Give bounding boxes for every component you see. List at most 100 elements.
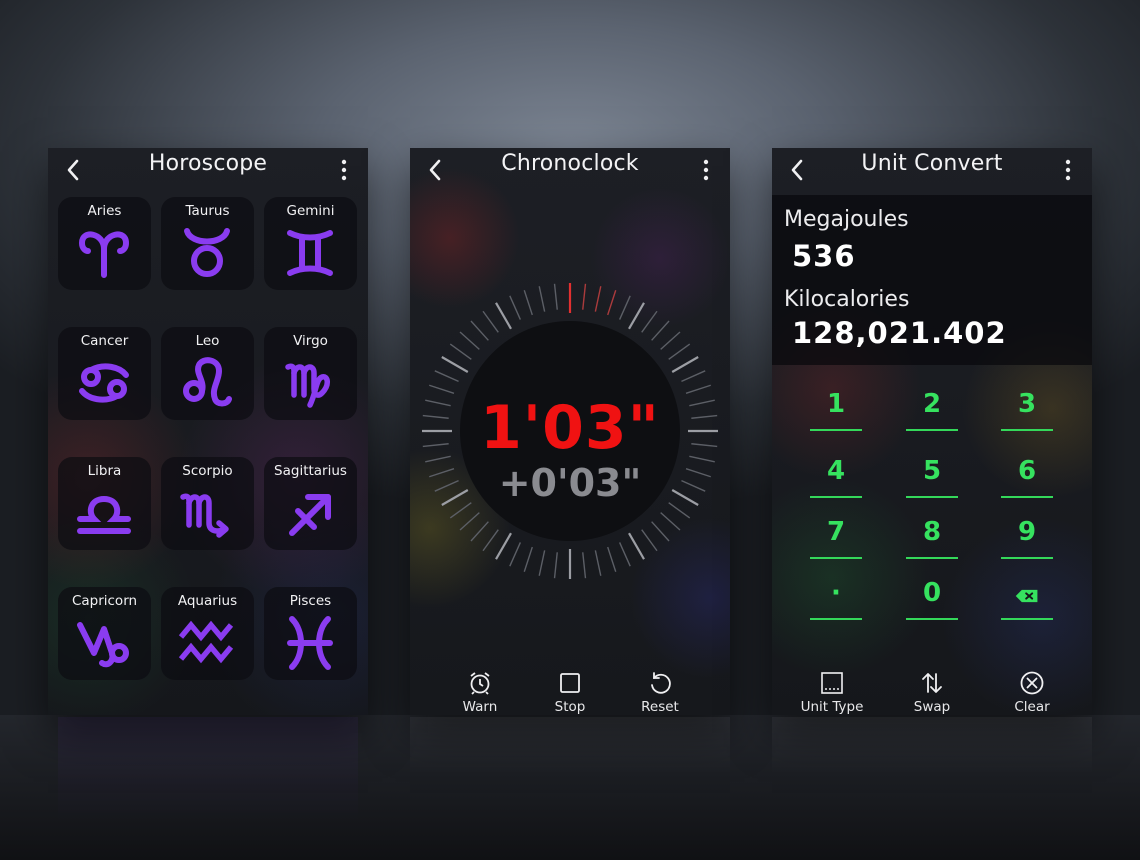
swap-label: Swap xyxy=(913,699,951,715)
zodiac-tile-taurus[interactable]: Taurus xyxy=(161,197,254,290)
zodiac-tile-libra[interactable]: Libra xyxy=(58,457,151,550)
chrono-reflection xyxy=(410,717,730,837)
zodiac-tile-scorpio[interactable]: Scorpio xyxy=(161,457,254,550)
clear-circle-x-icon xyxy=(1020,671,1044,695)
reflection-glow xyxy=(410,717,730,777)
dial-tick xyxy=(538,550,546,576)
dial-tick xyxy=(523,290,533,316)
key-6[interactable]: 6 xyxy=(1001,456,1053,498)
stop-button[interactable]: Stop xyxy=(530,670,610,715)
dial-tick xyxy=(607,290,617,316)
page-title: Unit Convert xyxy=(861,151,1003,176)
zodiac-tile-sagittarius[interactable]: Sagittarius xyxy=(264,457,357,550)
zodiac-label: Pisces xyxy=(289,593,332,609)
zodiac-tile-cancer[interactable]: Cancer xyxy=(58,327,151,420)
scorpio-icon xyxy=(180,493,229,538)
aquarius-icon xyxy=(178,620,234,664)
chrono-header: Chronoclock xyxy=(410,148,730,194)
dial-tick xyxy=(459,512,480,531)
dial-tick xyxy=(449,502,472,519)
dial-tick xyxy=(618,295,631,320)
key-backspace[interactable] xyxy=(1001,578,1053,620)
conversion-display: Megajoules 536 Kilocalories 128,021.402 xyxy=(772,195,1092,365)
dial-tick xyxy=(482,529,499,552)
dial-tick xyxy=(651,521,670,542)
key-8[interactable]: 8 xyxy=(906,517,958,559)
dial-tick xyxy=(553,552,558,579)
zodiac-label: Virgo xyxy=(293,333,328,349)
dial-tick xyxy=(641,529,658,552)
key-3[interactable]: 3 xyxy=(1001,389,1053,431)
key-0[interactable]: 0 xyxy=(906,578,958,620)
warn-button[interactable]: Warn xyxy=(440,670,520,715)
cancer-icon xyxy=(79,363,129,403)
from-unit-label[interactable]: Megajoules xyxy=(784,207,909,232)
dial-tick xyxy=(668,502,691,519)
dial-tick xyxy=(509,295,522,320)
key-9[interactable]: 9 xyxy=(1001,517,1053,559)
swap-icon xyxy=(922,673,942,693)
zodiac-label: Scorpio xyxy=(182,463,233,479)
dial-tick xyxy=(470,320,489,341)
aries-icon xyxy=(78,231,130,278)
backspace-icon xyxy=(1015,589,1038,603)
reset-button[interactable]: Reset xyxy=(620,670,700,715)
dial-tick xyxy=(628,302,645,330)
dial-tick xyxy=(660,331,681,350)
leo-icon xyxy=(183,357,232,407)
key-1[interactable]: 1 xyxy=(810,389,862,431)
stop-label: Stop xyxy=(554,699,586,715)
horoscope-reflection xyxy=(48,717,368,837)
dial-tick xyxy=(594,286,602,312)
page-title: Chronoclock xyxy=(501,151,639,176)
key-7[interactable]: 7 xyxy=(810,517,862,559)
unit-convert-screen: Unit Convert Megajoules 536 Kilocalories… xyxy=(772,148,1092,715)
zodiac-tile-capricorn[interactable]: Capricorn xyxy=(58,587,151,680)
unit-type-button[interactable]: Unit Type xyxy=(792,670,872,715)
to-unit-label[interactable]: Kilocalories xyxy=(784,287,909,312)
reflection-glow xyxy=(58,717,358,827)
zodiac-tile-aries[interactable]: Aries xyxy=(58,197,151,290)
zodiac-tile-virgo[interactable]: Virgo xyxy=(264,327,357,420)
pisces-icon xyxy=(287,616,333,670)
more-vertical-icon[interactable] xyxy=(334,158,354,182)
dial-tick xyxy=(618,542,631,567)
zodiac-label: Leo xyxy=(195,333,220,349)
dial-tick xyxy=(582,283,587,310)
horoscope-header: Horoscope xyxy=(48,148,368,194)
reset-icon xyxy=(651,672,671,694)
unit-header: Unit Convert xyxy=(772,148,1092,194)
key-decimal[interactable]: · xyxy=(810,578,862,620)
swap-button[interactable]: Swap xyxy=(892,670,972,715)
sagittarius-icon xyxy=(289,494,331,536)
zodiac-tile-leo[interactable]: Leo xyxy=(161,327,254,420)
dial-tick xyxy=(651,320,670,341)
clear-label: Clear xyxy=(1014,699,1050,715)
zodiac-tile-pisces[interactable]: Pisces xyxy=(264,587,357,680)
horoscope-screen: Horoscope Aries Taurus Gemini Cancer Leo… xyxy=(48,148,368,715)
unit-reflection xyxy=(772,717,1092,837)
zodiac-label: Cancer xyxy=(80,333,129,349)
zodiac-label: Taurus xyxy=(185,203,230,219)
zodiac-label: Sagittarius xyxy=(274,463,347,479)
unit-type-label: Unit Type xyxy=(800,699,864,715)
alarm-clock-icon xyxy=(470,672,490,695)
dial-tick xyxy=(681,370,706,383)
more-vertical-icon[interactable] xyxy=(1058,158,1078,182)
dial-tick xyxy=(470,521,489,542)
warn-label: Warn xyxy=(462,699,498,715)
key-2[interactable]: 2 xyxy=(906,389,958,431)
clear-button[interactable]: Clear xyxy=(992,670,1072,715)
zodiac-tile-aquarius[interactable]: Aquarius xyxy=(161,587,254,680)
key-5[interactable]: 5 xyxy=(906,456,958,498)
more-vertical-icon[interactable] xyxy=(696,158,716,182)
reflection-glow xyxy=(772,717,1092,777)
dial-tick xyxy=(628,532,645,560)
dial-tick xyxy=(495,302,512,330)
zodiac-tile-gemini[interactable]: Gemini xyxy=(264,197,357,290)
key-4[interactable]: 4 xyxy=(810,456,862,498)
zodiac-label: Capricorn xyxy=(71,593,138,609)
chrono-toolbar: Warn Stop Reset xyxy=(410,670,730,715)
to-value: 128,021.402 xyxy=(792,316,1007,350)
dial-tick xyxy=(553,283,558,310)
